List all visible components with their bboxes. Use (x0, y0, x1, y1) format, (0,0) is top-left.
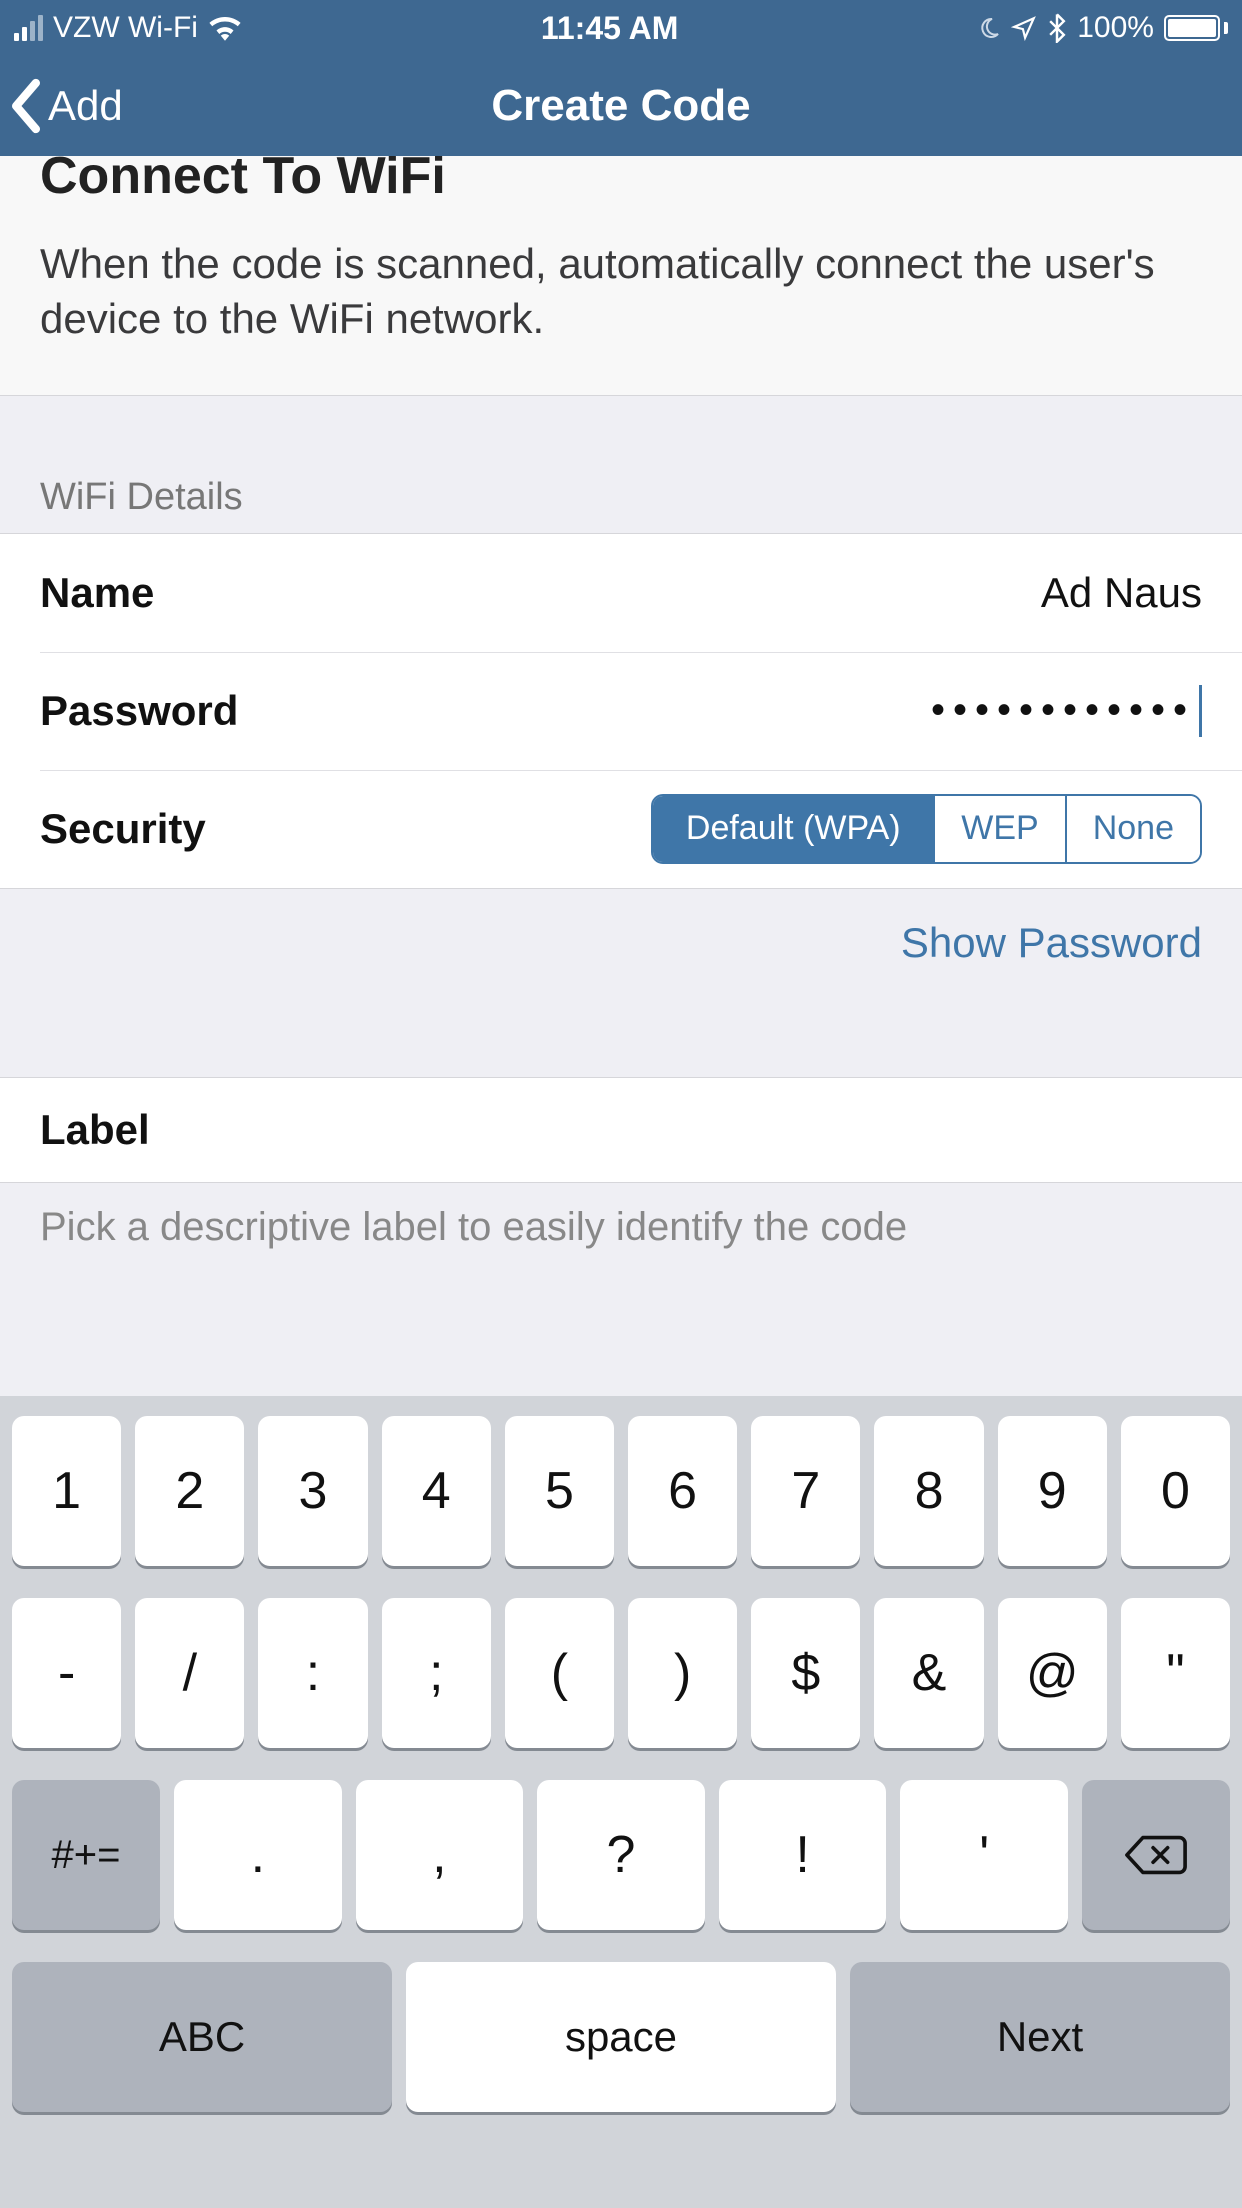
location-icon (1011, 15, 1037, 41)
back-label: Add (48, 82, 123, 130)
keyboard-row-1: 1 2 3 4 5 6 7 8 9 0 (12, 1416, 1230, 1566)
intro-subtitle: When the code is scanned, automatically … (40, 236, 1202, 347)
bluetooth-icon (1047, 13, 1067, 43)
status-left: VZW Wi-Fi (14, 11, 242, 45)
label-description: Pick a descriptive label to easily ident… (0, 1183, 1242, 1253)
key-space[interactable]: space (406, 1962, 836, 2112)
backspace-icon (1124, 1833, 1188, 1877)
security-option-default[interactable]: Default (WPA) (653, 796, 933, 862)
wifi-name-label: Name (40, 569, 154, 617)
wifi-icon (208, 15, 242, 41)
content-scroll[interactable]: Connect To WiFi When the code is scanned… (0, 156, 1242, 1396)
key-dollar[interactable]: $ (751, 1598, 860, 1748)
key-6[interactable]: 6 (628, 1416, 737, 1566)
wifi-details-header: WiFi Details (0, 396, 1242, 533)
wifi-password-row[interactable]: Password •••••••••••• (0, 652, 1242, 770)
key-next[interactable]: Next (850, 1962, 1230, 2112)
intro-title: Connect To WiFi (40, 156, 1202, 202)
status-time: 11:45 AM (541, 10, 679, 47)
key-backspace[interactable] (1082, 1780, 1230, 1930)
key-at[interactable]: @ (998, 1598, 1107, 1748)
battery-percent: 100% (1077, 11, 1154, 45)
keyboard-row-bottom: ABC space Next (12, 1962, 1230, 2112)
label-title: Label (40, 1106, 1202, 1154)
keyboard-row-2: - / : ; ( ) $ & @ " (12, 1598, 1230, 1748)
intro-block: Connect To WiFi When the code is scanned… (0, 156, 1242, 396)
label-row[interactable]: Label (0, 1077, 1242, 1183)
wifi-name-row[interactable]: Name Ad Naus (0, 534, 1242, 652)
key-apostrophe[interactable]: ' (900, 1780, 1068, 1930)
key-lparen[interactable]: ( (505, 1598, 614, 1748)
key-4[interactable]: 4 (382, 1416, 491, 1566)
keyboard: 1 2 3 4 5 6 7 8 9 0 - / : ; ( ) $ & @ " … (0, 1396, 1242, 2208)
password-mask: •••••••••••• (931, 688, 1195, 733)
status-bar: VZW Wi-Fi 11:45 AM 100% (0, 0, 1242, 56)
key-1[interactable]: 1 (12, 1416, 121, 1566)
key-semicolon[interactable]: ; (382, 1598, 491, 1748)
battery-icon (1164, 15, 1228, 41)
key-slash[interactable]: / (135, 1598, 244, 1748)
key-exclaim[interactable]: ! (719, 1780, 887, 1930)
security-segmented-control[interactable]: Default (WPA) WEP None (651, 794, 1202, 864)
wifi-name-value: Ad Naus (1041, 569, 1202, 617)
wifi-details-list: Name Ad Naus Password •••••••••••• Secur… (0, 533, 1242, 889)
wifi-security-row: Security Default (WPA) WEP None (0, 770, 1242, 888)
key-3[interactable]: 3 (258, 1416, 367, 1566)
key-abc[interactable]: ABC (12, 1962, 392, 2112)
key-dash[interactable]: - (12, 1598, 121, 1748)
key-comma[interactable]: , (356, 1780, 524, 1930)
key-amp[interactable]: & (874, 1598, 983, 1748)
security-option-wep[interactable]: WEP (933, 796, 1064, 862)
key-more-symbols[interactable]: #+= (12, 1780, 160, 1930)
text-cursor (1199, 685, 1202, 737)
wifi-password-field[interactable]: •••••••••••• (931, 685, 1202, 737)
back-button[interactable]: Add (0, 78, 123, 134)
wifi-password-label: Password (40, 687, 238, 735)
key-0[interactable]: 0 (1121, 1416, 1230, 1566)
key-7[interactable]: 7 (751, 1416, 860, 1566)
key-colon[interactable]: : (258, 1598, 367, 1748)
key-quote[interactable]: " (1121, 1598, 1230, 1748)
nav-title: Create Code (0, 81, 1242, 131)
keyboard-row-3: #+= . , ? ! ' (12, 1780, 1230, 1930)
security-option-none[interactable]: None (1065, 796, 1200, 862)
key-2[interactable]: 2 (135, 1416, 244, 1566)
moon-icon (977, 16, 1001, 40)
chevron-left-icon (8, 78, 44, 134)
key-question[interactable]: ? (537, 1780, 705, 1930)
key-rparen[interactable]: ) (628, 1598, 737, 1748)
key-5[interactable]: 5 (505, 1416, 614, 1566)
wifi-security-label: Security (40, 805, 206, 853)
nav-bar: Add Create Code (0, 56, 1242, 156)
status-right: 100% (977, 11, 1228, 45)
key-8[interactable]: 8 (874, 1416, 983, 1566)
key-period[interactable]: . (174, 1780, 342, 1930)
key-9[interactable]: 9 (998, 1416, 1107, 1566)
show-password-button[interactable]: Show Password (0, 889, 1242, 967)
cellular-signal-icon (14, 15, 43, 41)
carrier-label: VZW Wi-Fi (53, 11, 198, 45)
